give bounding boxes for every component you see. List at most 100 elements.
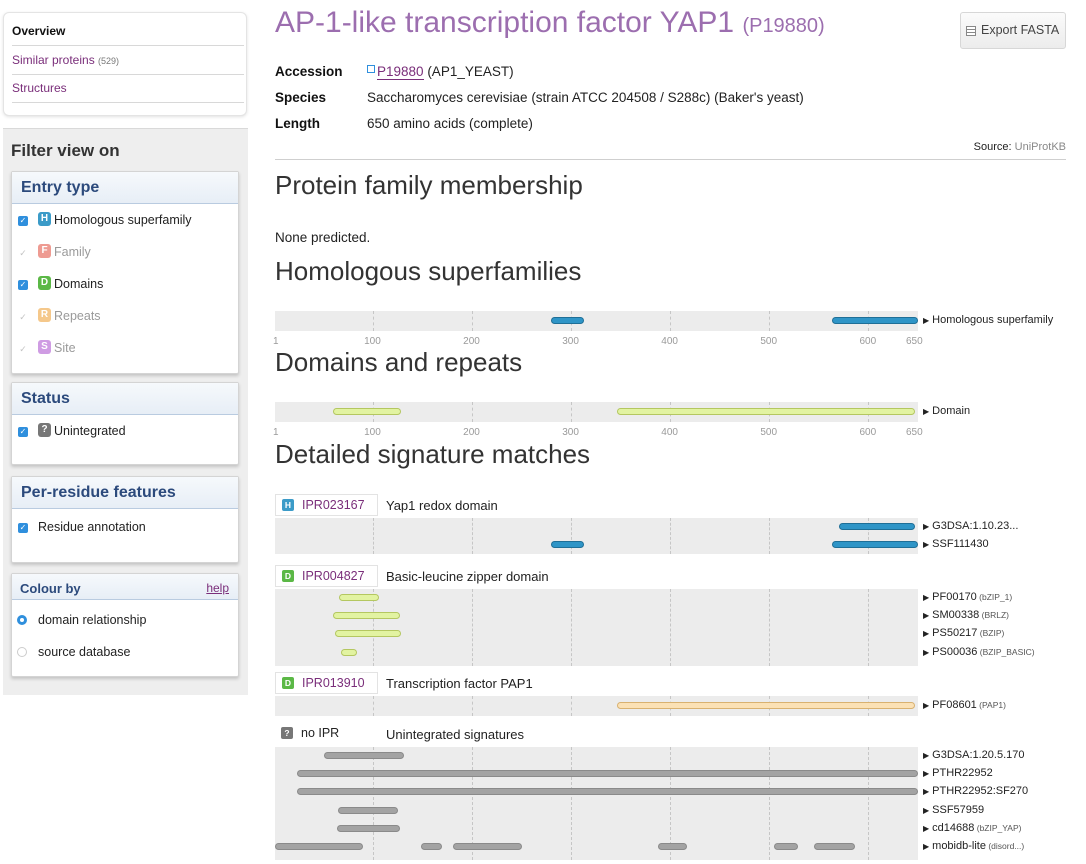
axis-tick-label: 400 — [661, 336, 678, 347]
track-row-label[interactable]: ▶ SM00338 (BRLZ) — [923, 609, 1009, 621]
match-segment[interactable] — [831, 541, 918, 548]
filter-repeats[interactable]: ✓ R Repeats — [12, 306, 238, 326]
row-label-text: PTHR22952:SF270 — [932, 785, 1029, 798]
radio-selected-icon[interactable] — [17, 615, 27, 625]
species-value: Saccharomyces cerevisiae (strain ATCC 20… — [367, 90, 804, 105]
filter-domains[interactable]: ✓ D Domains — [12, 274, 238, 294]
axis-tick-label: 600 — [859, 336, 877, 347]
axis-tick-label: 500 — [760, 427, 778, 438]
radio-source-database[interactable]: source database — [12, 642, 238, 662]
entry-accession-link[interactable]: IPR004827 — [302, 569, 365, 583]
superfamilies-section-title: Homologous superfamilies — [275, 256, 582, 286]
filter-family[interactable]: ✓ F Family — [12, 242, 238, 262]
entry-name: Basic-leucine zipper domain — [386, 569, 549, 584]
match-segment[interactable] — [341, 648, 358, 656]
colour-by-header: Colour by help — [12, 574, 238, 600]
checkbox-disabled-icon: ✓ — [19, 312, 27, 322]
track-row-label[interactable]: ▶ cd14688 (bZIP_YAP) — [923, 822, 1021, 834]
colour-by-help-link[interactable]: help — [206, 581, 229, 595]
track-row-label[interactable]: ▶ PS00036 (BZIP_BASIC) — [923, 646, 1035, 658]
radio-unselected-icon[interactable] — [17, 647, 27, 657]
match-segment[interactable] — [333, 612, 400, 620]
caret-right-icon: ▶ — [923, 540, 930, 549]
match-segment[interactable] — [323, 752, 404, 759]
grid-line — [769, 518, 771, 554]
entry-ipr004827[interactable]: D IPR004827 — [275, 565, 378, 587]
grid-line — [571, 518, 573, 554]
match-segment[interactable] — [658, 843, 688, 850]
entry-name: Unintegrated signatures — [386, 727, 525, 742]
match-segment[interactable] — [337, 824, 400, 832]
checkbox-checked-icon[interactable]: ✓ — [18, 427, 28, 437]
entry-ipr013910[interactable]: D IPR013910 — [275, 672, 378, 694]
filter-site[interactable]: ✓ S Site — [12, 338, 238, 358]
match-segment[interactable] — [339, 594, 380, 601]
match-segment[interactable] — [333, 408, 401, 415]
checkbox-checked-icon[interactable]: ✓ — [18, 523, 28, 533]
entry-unintegrated[interactable]: ? no IPR — [275, 723, 378, 745]
track-row-label[interactable]: ▶ mobidb-lite (disord...) — [923, 840, 1024, 852]
match-segment[interactable] — [616, 408, 915, 415]
caret-right-icon: ▶ — [923, 787, 930, 797]
track-bar — [275, 311, 918, 331]
track-row-label[interactable]: ▶ SSF57959 — [923, 804, 984, 816]
match-segment[interactable] — [551, 317, 585, 324]
domains-section-title: Domains and repeats — [275, 347, 523, 377]
match-segment[interactable] — [616, 702, 915, 709]
checkbox-checked-icon[interactable]: ✓ — [18, 216, 28, 226]
match-segment[interactable] — [551, 541, 585, 548]
protein-name: AP-1-like transcription factor YAP1 — [275, 6, 735, 39]
entry-accession-link[interactable]: IPR023167 — [302, 498, 365, 512]
nav-similar-proteins[interactable]: Similar proteins (529) — [12, 46, 244, 75]
protein-accession-title: (P19880) — [742, 15, 825, 37]
match-segment[interactable] — [838, 523, 916, 530]
signature-track — [275, 747, 918, 861]
radio-domain-relationship[interactable]: domain relationship — [12, 610, 238, 630]
match-segment[interactable] — [813, 843, 855, 850]
axis-tick-label: 1 — [273, 336, 279, 347]
nav-overview[interactable]: Overview — [12, 17, 244, 46]
caret-right-icon: ▶ — [923, 769, 930, 779]
track-row-label[interactable]: ▶ Domain — [923, 405, 970, 417]
entry-type-heading: Entry type — [12, 172, 238, 204]
track-row-label[interactable]: ▶ SSF111430 — [923, 538, 989, 550]
match-segment[interactable] — [296, 788, 918, 796]
track-row-label[interactable]: ▶ G3DSA:1.20.5.170 — [923, 749, 1025, 761]
match-segment[interactable] — [335, 630, 401, 638]
track-row-label[interactable]: ▶ PTHR22952 — [923, 767, 993, 779]
unintegrated-badge-icon: ? — [38, 423, 51, 437]
match-segment[interactable] — [420, 843, 443, 850]
match-segment[interactable] — [774, 843, 799, 850]
source-database-link[interactable]: UniProtKB — [1015, 141, 1066, 153]
track-row-label[interactable]: ▶ Homologous superfamily — [923, 314, 1053, 326]
grid-line — [373, 518, 375, 554]
match-segment[interactable] — [831, 317, 918, 324]
length-label: Length — [275, 116, 320, 131]
match-segment[interactable] — [453, 843, 522, 850]
filter-unintegrated[interactable]: ✓ ? Unintegrated — [12, 421, 238, 441]
entry-name: Transcription factor PAP1 — [386, 676, 533, 691]
nav-structures[interactable]: Structures — [12, 74, 244, 103]
checkbox-checked-icon[interactable]: ✓ — [18, 280, 28, 290]
radio-label: domain relationship — [38, 613, 147, 627]
entry-ipr023167[interactable]: H IPR023167 — [275, 494, 378, 516]
entry-type-card: Entry type ✓ H Homologous superfamily ✓ … — [11, 171, 239, 374]
filter-label: Domains — [54, 277, 104, 291]
filter-homologous-superfamily[interactable]: ✓ H Homologous superfamily — [12, 210, 238, 230]
entry-accession-link[interactable]: IPR013910 — [302, 676, 365, 690]
detailed-section-title: Detailed signature matches — [275, 439, 591, 469]
track-row-label[interactable]: ▶ PF00170 (bZIP_1) — [923, 591, 1012, 603]
export-fasta-button[interactable]: Export FASTA — [960, 12, 1066, 49]
filter-residue-annotation[interactable]: ✓ Residue annotation — [12, 517, 238, 537]
match-segment[interactable] — [275, 843, 364, 850]
caret-right-icon: ▶ — [923, 805, 930, 815]
uniprot-accession-link[interactable]: P19880 — [377, 64, 424, 80]
track-row-label[interactable]: ▶ PTHR22952:SF270 — [923, 785, 1028, 797]
match-segment[interactable] — [296, 770, 918, 778]
track-row-label[interactable]: ▶ PF08601 (PAP1) — [923, 699, 1006, 711]
match-segment[interactable] — [338, 806, 398, 814]
track-row-label[interactable]: ▶ PS50217 (BZIP) — [923, 627, 1004, 639]
caret-right-icon: ▶ — [923, 751, 930, 760]
axis-tick-label: 100 — [364, 336, 381, 347]
track-row-label[interactable]: ▶ G3DSA:1.10.23... — [923, 520, 1018, 532]
